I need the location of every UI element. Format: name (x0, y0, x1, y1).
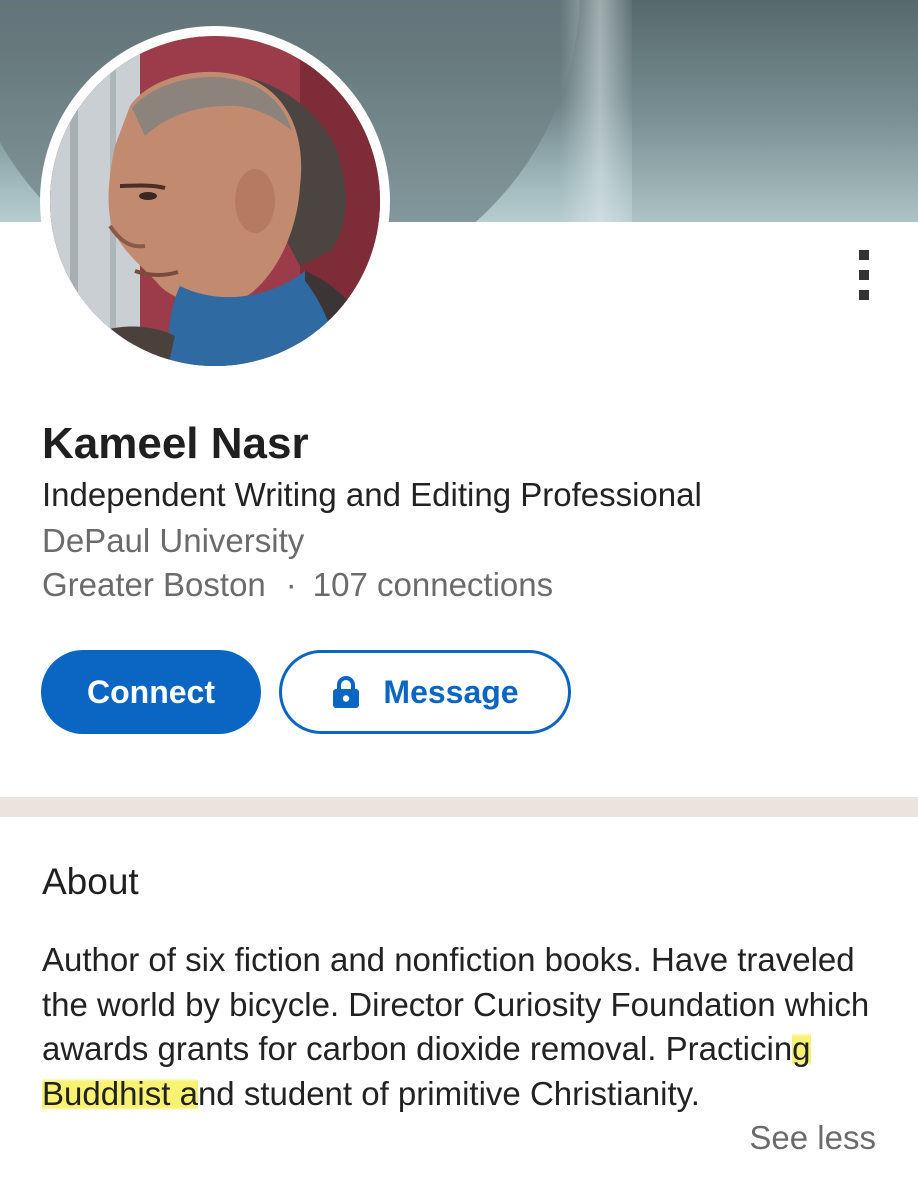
message-button-label: Message (383, 673, 519, 710)
lock-icon (333, 676, 360, 708)
separator-dot: · (285, 566, 297, 603)
profile-location: Greater Boston (42, 566, 266, 603)
profile-name: Kameel Nasr (42, 419, 309, 468)
vertical-dots-icon (859, 250, 869, 260)
connect-button-label: Connect (87, 673, 215, 710)
about-text-part: Author of six fiction and nonfiction boo… (42, 941, 870, 1067)
vertical-dots-icon (859, 270, 869, 280)
vertical-dots-icon (859, 290, 869, 300)
message-button[interactable]: Message (279, 650, 571, 734)
connections-count[interactable]: 107 connections (313, 566, 553, 603)
profile-school[interactable]: DePaul University (42, 520, 304, 562)
about-text-part: nd student of primitive Christianity. (197, 1074, 700, 1112)
avatar-photo (50, 36, 380, 366)
avatar[interactable] (50, 36, 380, 366)
see-less-link[interactable]: See less (749, 1116, 876, 1160)
location-row: Greater Boston · 107 connections (42, 564, 553, 606)
overflow-menu-button[interactable] (840, 240, 888, 310)
section-divider (0, 797, 918, 817)
profile-headline: Independent Writing and Editing Professi… (42, 476, 702, 513)
connect-button[interactable]: Connect (41, 650, 261, 734)
about-text: Author of six fiction and nonfiction boo… (42, 938, 872, 1116)
about-heading: About (42, 861, 139, 902)
